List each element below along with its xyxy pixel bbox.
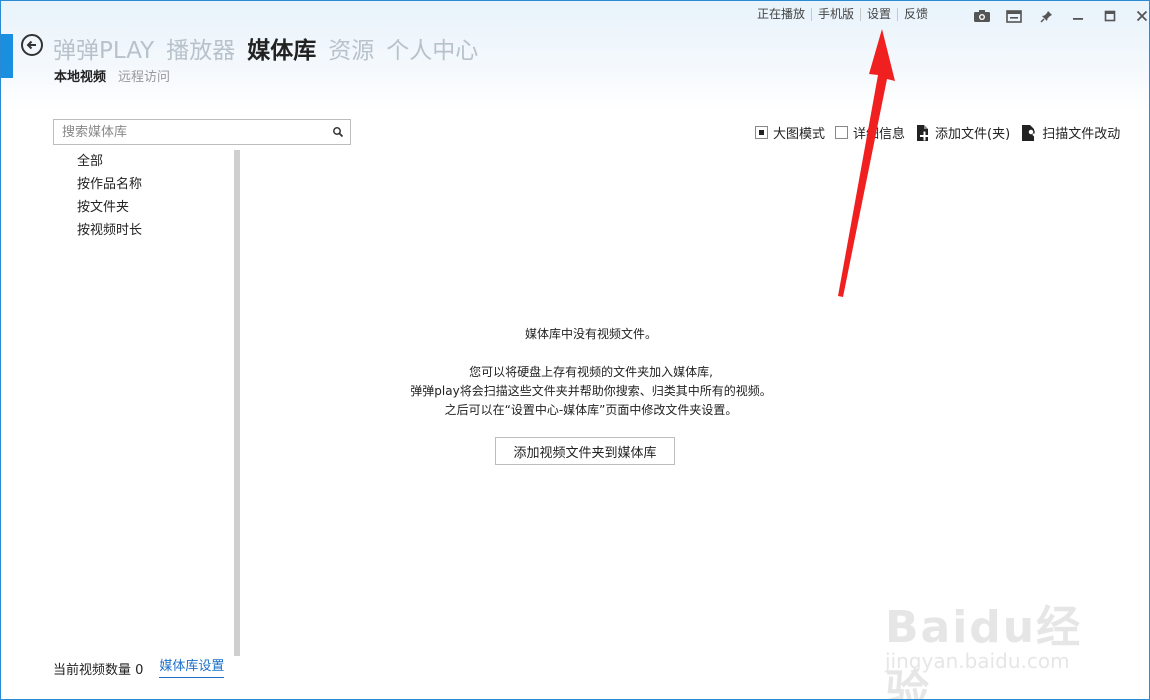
empty-desc-3: 之后可以在“设置中心-媒体库”页面中修改文件夹设置。 [444,403,738,417]
back-arrow-icon [26,40,36,50]
add-folder-button[interactable]: 添加文件(夹) [915,123,1010,142]
back-button[interactable] [21,34,43,56]
media-toolbar: 大图模式 详细信息 添加文件(夹) 扫描文件改动 [755,123,1130,142]
filter-all[interactable]: 全部 [77,150,142,173]
scan-changes-button[interactable]: 扫描文件改动 [1020,123,1120,142]
search-icon[interactable] [332,126,344,138]
video-count: 当前视频数量 0 [53,663,144,678]
app-window: 弹弹PLAY 播放器 媒体库 资源 个人中心 本地视频 远程访问 正在播放 手机… [0,0,1150,700]
baidu-watermark: Baidu经验 jingyan.baidu.com [885,591,1095,699]
large-mode-label: 大图模式 [773,127,826,142]
scan-changes-label: 扫描文件改动 [1042,127,1121,142]
watermark-url: jingyan.baidu.com [885,649,1070,673]
close-icon[interactable] [1129,5,1149,27]
add-video-folder-button[interactable]: 添加视频文件夹到媒体库 [495,437,675,465]
filter-by-duration[interactable]: 按视频时长 [77,219,142,242]
scan-file-icon [1020,124,1038,142]
side-list-scrollbar[interactable] [234,150,240,656]
nav-item-personal-center[interactable]: 个人中心 [386,31,478,65]
empty-state: 媒体库中没有视频文件。 您可以将硬盘上存有视频的文件夹加入媒体库, 弹弹play… [301,325,881,420]
side-filter-list: 全部 按作品名称 按文件夹 按视频时长 [77,150,142,242]
large-mode-checkbox[interactable] [755,126,768,139]
watermark-logo: Baidu经验 [885,602,1083,700]
tab-local-video[interactable]: 本地视频 [54,66,106,85]
nav-item-player[interactable]: 播放器 [166,31,235,65]
empty-desc-1: 您可以将硬盘上存有视频的文件夹加入媒体库, [469,365,713,379]
filter-by-title[interactable]: 按作品名称 [77,173,142,196]
large-mode-toggle[interactable]: 大图模式 [755,123,825,142]
add-file-icon [915,124,931,142]
add-folder-label: 添加文件(夹) [935,127,1011,142]
main-nav: 弹弹PLAY 播放器 媒体库 资源 个人中心 [53,31,490,65]
link-settings[interactable]: 设置 [860,8,897,21]
search-input[interactable] [54,120,340,144]
footer: 当前视频数量 0 媒体库设置 [53,659,225,678]
empty-title: 媒体库中没有视频文件。 [524,327,657,341]
annotation-arrow-icon [838,29,895,297]
nav-item-media-library[interactable]: 媒体库 [247,31,316,65]
nav-item-danmaku-play[interactable]: 弹弹PLAY [53,31,154,65]
link-feedback[interactable]: 反馈 [897,8,934,21]
link-now-playing[interactable]: 正在播放 [751,8,811,21]
camera-icon[interactable] [969,5,995,27]
minimize-icon[interactable] [1065,5,1091,27]
tab-remote-access[interactable]: 远程访问 [118,66,170,85]
top-links: 正在播放 手机版 设置 反馈 [751,8,934,21]
accent-bar [1,34,13,78]
pin-icon[interactable] [1033,5,1059,27]
sub-nav: 本地视频 远程访问 [54,66,182,85]
filter-by-folder[interactable]: 按文件夹 [77,196,142,219]
library-settings-link[interactable]: 媒体库设置 [159,659,225,678]
mini-mode-icon[interactable] [1001,5,1027,27]
empty-desc-2: 弹弹play将会扫描这些文件夹并帮助你搜索、归类其中所有的视频。 [410,384,772,398]
nav-item-resources[interactable]: 资源 [328,31,374,65]
window-controls [963,5,1149,27]
search-box [53,119,351,145]
link-mobile[interactable]: 手机版 [811,8,860,21]
maximize-icon[interactable] [1097,5,1123,27]
